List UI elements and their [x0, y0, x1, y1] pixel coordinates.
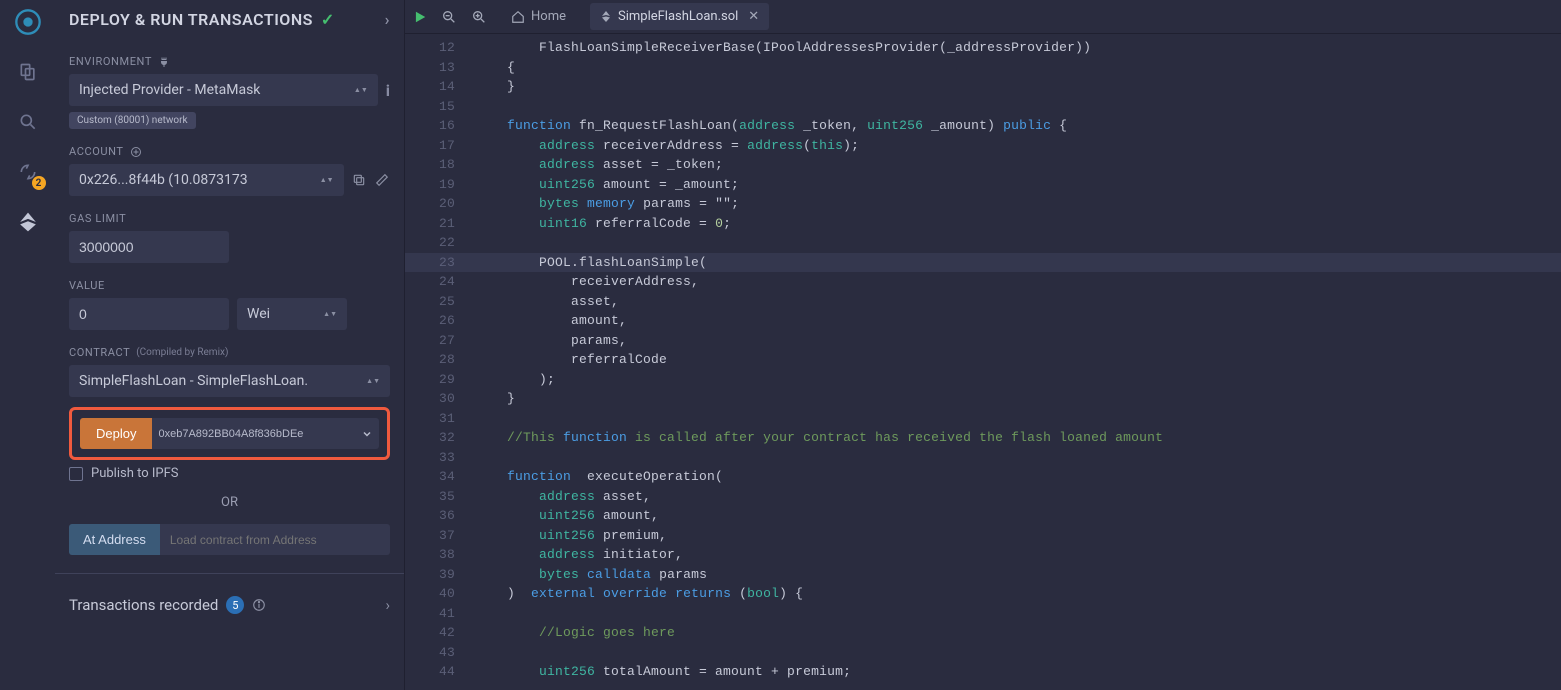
tx-count-badge: 5	[226, 596, 244, 614]
value-label: VALUE	[69, 279, 390, 292]
updown-icon: ▲▼	[354, 87, 368, 93]
tab-file-active[interactable]: SimpleFlashLoan.sol ✕	[590, 3, 769, 30]
deploy-run-icon[interactable]	[14, 208, 42, 236]
deploy-panel: DEPLOY & RUN TRANSACTIONS ✓ › ENVIRONMEN…	[55, 0, 405, 690]
plus-icon[interactable]	[130, 146, 142, 158]
publish-ipfs-checkbox[interactable]	[69, 467, 83, 481]
at-address-button[interactable]: At Address	[69, 524, 160, 555]
divider	[55, 573, 404, 574]
panel-title-row: DEPLOY & RUN TRANSACTIONS ✓ ›	[55, 0, 404, 39]
publish-ipfs-row[interactable]: Publish to IPFS	[69, 466, 390, 481]
transactions-recorded-row[interactable]: Transactions recorded 5 ›	[69, 592, 390, 622]
updown-icon: ▲▼	[320, 177, 334, 183]
panel-title: DEPLOY & RUN TRANSACTIONS	[69, 10, 313, 29]
plug-icon	[158, 56, 170, 68]
copy-icon[interactable]	[352, 171, 367, 189]
close-icon[interactable]: ✕	[748, 9, 759, 24]
deploy-expand-button[interactable]	[355, 418, 379, 449]
info-icon[interactable]	[252, 598, 266, 612]
deploy-highlight: Deploy	[69, 407, 390, 460]
account-select[interactable]: 0x226...8f44b (10.0873173 ▲▼	[69, 164, 344, 196]
play-icon[interactable]	[413, 10, 427, 24]
compiler-badge: 2	[32, 176, 46, 190]
or-divider: OR	[69, 495, 390, 510]
gas-label: GAS LIMIT	[69, 212, 390, 225]
zoom-in-icon[interactable]	[471, 9, 487, 25]
deploy-button[interactable]: Deploy	[80, 418, 152, 449]
environment-select[interactable]: Injected Provider - MetaMask ▲▼	[69, 74, 378, 106]
main-area: Home SimpleFlashLoan.sol ✕ 1213141516171…	[405, 0, 1561, 690]
tab-home-label: Home	[531, 9, 566, 24]
chevron-right-icon[interactable]: ›	[385, 596, 390, 614]
contract-label: CONTRACT (Compiled by Remix)	[69, 346, 390, 359]
remix-logo-icon[interactable]	[14, 8, 42, 36]
tx-recorded-label: Transactions recorded	[69, 596, 218, 614]
account-label: ACCOUNT	[69, 145, 390, 158]
edit-icon[interactable]	[375, 171, 390, 189]
value-unit-select[interactable]: Wei ▲▼	[237, 298, 347, 330]
top-toolbar: Home SimpleFlashLoan.sol ✕	[405, 0, 1561, 34]
updown-icon: ▲▼	[366, 378, 380, 384]
deploy-address-input[interactable]	[152, 418, 355, 449]
chevron-right-icon[interactable]: ›	[385, 10, 390, 29]
value-amount-input[interactable]	[69, 298, 229, 330]
updown-icon: ▲▼	[323, 311, 337, 317]
search-icon[interactable]	[14, 108, 42, 136]
line-gutter: 1213141516171819202122232425262728293031…	[405, 34, 475, 690]
at-address-input[interactable]	[160, 524, 390, 555]
contract-select[interactable]: SimpleFlashLoan - SimpleFlashLoan. ▲▼	[69, 365, 390, 397]
tab-home[interactable]: Home	[501, 3, 576, 30]
publish-ipfs-label: Publish to IPFS	[91, 466, 179, 481]
check-icon: ✓	[321, 10, 335, 29]
code-content[interactable]: FlashLoanSimpleReceiverBase(IPoolAddress…	[475, 34, 1561, 690]
solidity-compiler-icon[interactable]: 2	[14, 158, 42, 186]
tab-file-label: SimpleFlashLoan.sol	[618, 9, 738, 24]
gas-limit-input[interactable]	[69, 231, 229, 263]
network-chip: Custom (80001) network	[69, 112, 196, 129]
environment-label: ENVIRONMENT	[69, 55, 390, 68]
icon-rail: 2	[0, 0, 55, 690]
code-editor[interactable]: 1213141516171819202122232425262728293031…	[405, 34, 1561, 690]
file-explorer-icon[interactable]	[14, 58, 42, 86]
info-icon[interactable]: i	[386, 81, 390, 100]
zoom-out-icon[interactable]	[441, 9, 457, 25]
